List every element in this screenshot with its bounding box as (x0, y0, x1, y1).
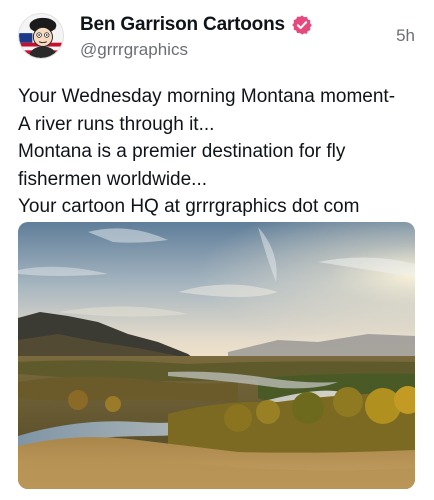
avatar[interactable] (18, 13, 64, 59)
post-card[interactable]: Ben Garrison Cartoons @grrrgraphics 5h Y… (0, 0, 434, 500)
montana-river-landscape-image (18, 222, 415, 489)
post-text-line: Your cartoon HQ at grrrgraphics dot com (18, 196, 360, 217)
post-image[interactable] (18, 222, 415, 489)
author-display-name[interactable]: Ben Garrison Cartoons (80, 14, 285, 36)
post-text-line: A river runs through it... (18, 113, 215, 135)
post-body: Your Wednesday morning Montana moment- A… (18, 83, 418, 221)
verified-badge-icon (292, 15, 312, 35)
post-timestamp[interactable]: 5h (396, 26, 415, 46)
cartoon-caricature-avatar-icon (19, 14, 63, 58)
author-row: Ben Garrison Cartoons (80, 14, 313, 36)
post-text-line: fishermen worldwide... (18, 168, 208, 190)
author-handle[interactable]: @grrrgraphics (80, 40, 188, 60)
post-text-line: Montana is a premier destination for fly (18, 141, 346, 162)
post-text-line: Your Wednesday morning Montana moment- (18, 86, 396, 107)
